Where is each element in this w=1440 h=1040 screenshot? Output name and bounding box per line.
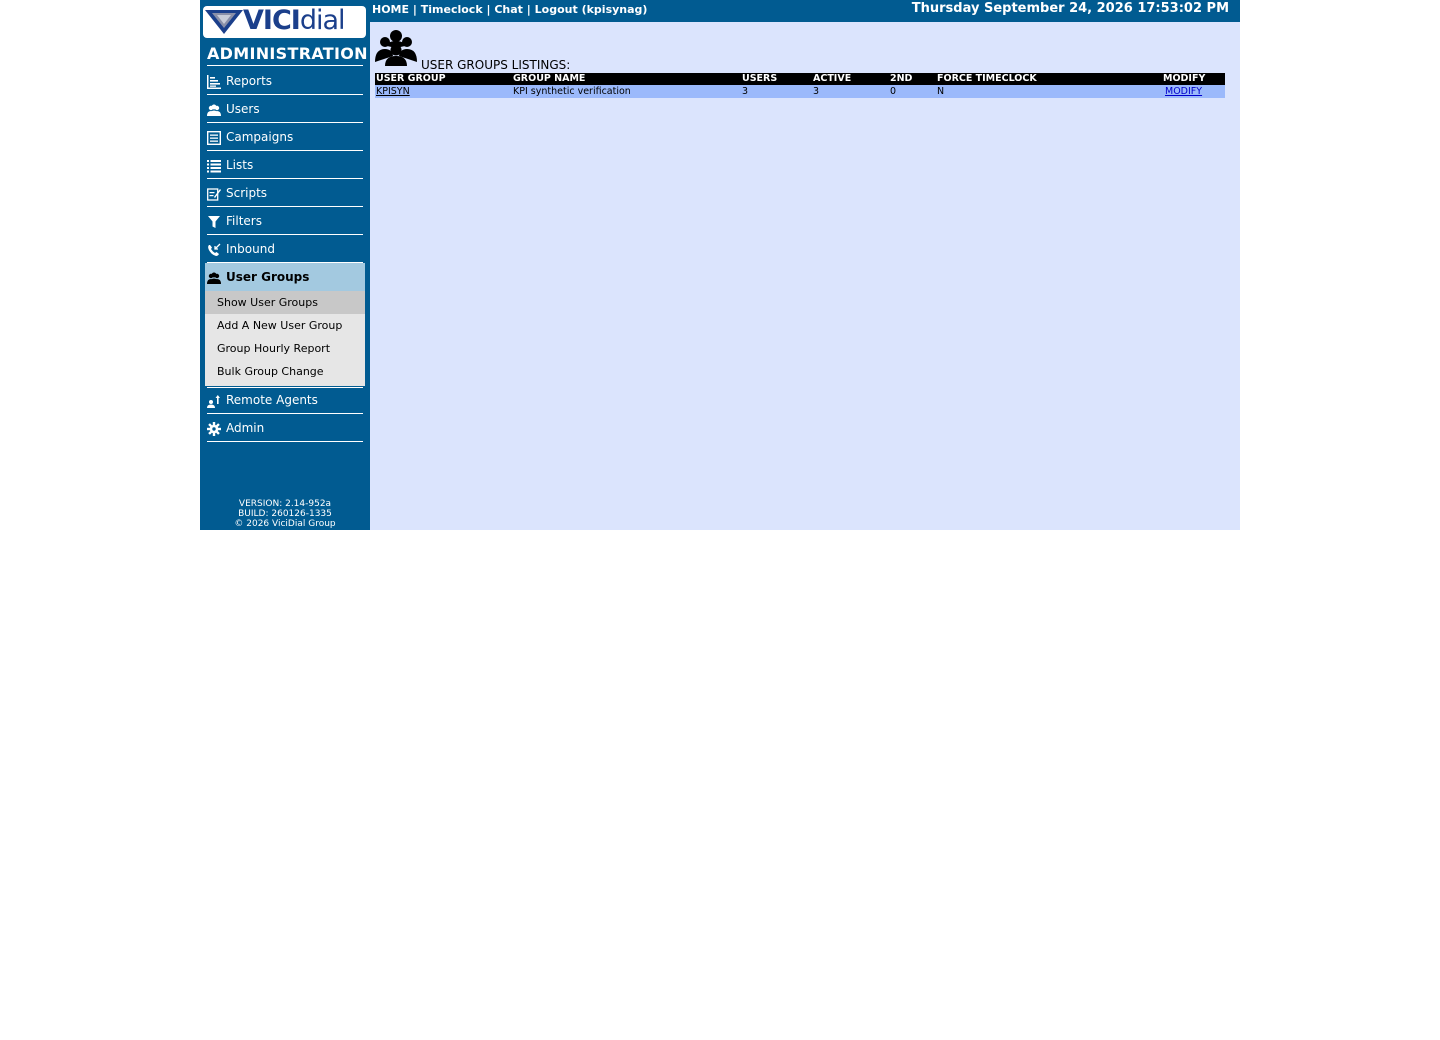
sidebar-nav: Reports Users Campaigns Lists Scripts Fi… [200,67,370,442]
sidebar-item-admin[interactable]: Admin [200,414,370,442]
divider [207,441,363,442]
column-header: USERS [741,73,812,85]
filter-icon [208,216,220,228]
logout-link[interactable]: Logout (kpisynag) [535,3,648,16]
sidebar-item-filters[interactable]: Filters [200,207,370,235]
gear-icon [207,422,221,436]
build-text: BUILD: 260126-1335 [238,509,332,519]
sidebar-item-scripts[interactable]: Scripts [200,179,370,207]
user-group-link[interactable]: KPISYN [376,86,410,97]
campaigns-icon [207,131,221,145]
user-groups-submenu: Show User Groups Add A New User Group Gr… [205,291,365,386]
sidebar-item-inbound[interactable]: Inbound [200,235,370,263]
cell-user-group: KPISYN [375,85,512,98]
sidebar-item-label: Reports [226,74,273,88]
logo-text: VICIdial [243,6,345,38]
user-groups-table: USER GROUP GROUP NAME USERS ACTIVE 2ND F… [375,73,1225,98]
sidebar-item-reports[interactable]: Reports [200,67,370,95]
table-row: KPISYN KPI synthetic verification 3 3 0 … [375,85,1225,98]
logo-triangle-icon [205,10,243,34]
chat-link[interactable]: Chat [494,3,523,16]
divider [207,65,363,66]
submenu-add-new-user-group[interactable]: Add A New User Group [205,314,365,337]
column-header: USER GROUP [375,73,512,85]
main-content: HOME | Timeclock | Chat | Logout (kpisyn… [370,0,1240,530]
sidebar-item-label: User Groups [226,270,310,284]
sidebar: VICIdial ADMINISTRATION Reports Users Ca… [200,0,370,530]
sidebar-item-remote-agents[interactable]: Remote Agents [200,386,370,414]
sidebar-item-label: Scripts [226,186,268,200]
submenu-bulk-group-change[interactable]: Bulk Group Change [205,360,365,383]
logo-vici-text: VICI [243,6,301,36]
column-header: FORCE TIMECLOCK [936,73,1162,85]
user-groups-large-icon [375,30,417,66]
version-info: VERSION: 2.14-952a BUILD: 260126-1335 © … [200,499,370,529]
vicidial-logo[interactable]: VICIdial [203,6,366,38]
submenu-item-label: Bulk Group Change [217,365,324,378]
lists-icon [207,160,221,173]
scripts-icon [207,188,221,201]
cell-group-name: KPI synthetic verification [512,85,741,98]
separator: | [412,3,417,16]
app-window: VICIdial ADMINISTRATION Reports Users Ca… [200,0,1240,530]
cell-2nd: 0 [889,85,936,98]
version-text: VERSION: 2.14-952a [238,499,332,509]
column-header: ACTIVE [812,73,889,85]
cell-users: 3 [741,85,812,98]
submenu-show-user-groups[interactable]: Show User Groups [205,291,365,314]
sidebar-item-label: Lists [226,158,254,172]
modify-link[interactable]: MODIFY [1163,86,1202,97]
top-links: HOME | Timeclock | Chat | Logout (kpisyn… [372,3,647,16]
sidebar-item-campaigns[interactable]: Campaigns [200,123,370,151]
column-header: 2ND [889,73,936,85]
sidebar-item-lists[interactable]: Lists [200,151,370,179]
submenu-group-hourly-report[interactable]: Group Hourly Report [205,337,365,360]
users-icon [207,104,221,116]
administration-title: ADMINISTRATION [207,44,368,63]
sidebar-item-label: Admin [226,421,265,435]
inbound-phone-icon [208,243,221,256]
sidebar-item-user-groups[interactable]: User Groups [205,263,365,291]
sidebar-item-label: Inbound [226,242,275,256]
separator: | [526,3,531,16]
copyright-text: © 2026 ViciDial Group [234,519,336,529]
divider [207,387,363,388]
submenu-item-label: Group Hourly Report [217,342,331,355]
logo-dial-text: dial [299,6,346,36]
submenu-item-label: Add A New User Group [217,319,343,332]
submenu-item-label: Show User Groups [217,296,318,309]
cell-active: 3 [812,85,889,98]
separator: | [486,3,491,16]
table-header-row: USER GROUP GROUP NAME USERS ACTIVE 2ND F… [375,73,1225,85]
remote-agents-icon [207,395,220,408]
home-link[interactable]: HOME [372,3,409,16]
sidebar-item-label: Campaigns [226,130,294,144]
sidebar-item-users[interactable]: Users [200,95,370,123]
page-title: USER GROUPS LISTINGS: [421,58,571,72]
reports-icon [207,75,221,89]
cell-force-timeclock: N [936,85,1162,98]
user-groups-icon [207,272,221,284]
sidebar-item-label: Filters [226,214,262,228]
column-header: GROUP NAME [512,73,741,85]
timeclock-link[interactable]: Timeclock [421,3,483,16]
current-datetime: Thursday September 24, 2026 17:53:02 PM [911,1,1229,16]
sidebar-item-label: Users [226,102,260,116]
column-header: MODIFY [1162,73,1225,85]
top-bar: HOME | Timeclock | Chat | Logout (kpisyn… [370,0,1240,22]
cell-modify: MODIFY [1162,85,1225,98]
sidebar-item-label: Remote Agents [226,393,318,407]
